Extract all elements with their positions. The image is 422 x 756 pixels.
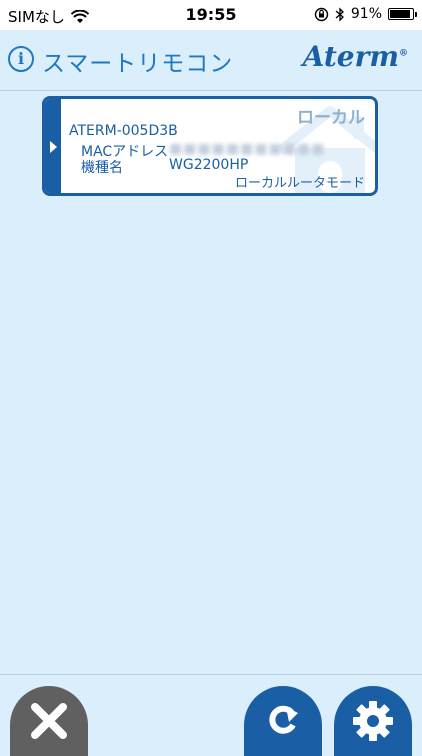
- status-bar: SIMなし 19:55 91%: [0, 0, 422, 30]
- battery-icon: [388, 8, 417, 20]
- brand-name: Aterm: [302, 40, 399, 73]
- mode-badge: ローカル: [297, 108, 365, 128]
- info-icon[interactable]: i: [8, 46, 34, 72]
- brand-mark: ®: [399, 48, 408, 59]
- brand-logo: Aterm®: [303, 40, 408, 73]
- orientation-lock-icon: [314, 7, 329, 21]
- router-mode: ローカルルータモード: [234, 176, 365, 191]
- model-row: 機種名 WG2200HP: [81, 157, 248, 177]
- bluetooth-icon: [335, 6, 344, 22]
- app-header: i スマートリモコン Aterm®: [0, 30, 422, 91]
- refresh-icon: [269, 705, 298, 734]
- device-card[interactable]: ローカル ATERM-005D3B MACアドレス ■■■■■■■■■■■ 機種…: [42, 96, 378, 196]
- close-button[interactable]: [10, 686, 88, 756]
- settings-button[interactable]: [334, 686, 412, 756]
- battery-fill: [390, 10, 411, 18]
- chevron-right-icon: [50, 141, 57, 153]
- model-label: 機種名: [81, 160, 123, 176]
- battery-percent: 91%: [350, 6, 382, 22]
- bottom-toolbar: [0, 674, 422, 756]
- refresh-button[interactable]: [244, 686, 322, 756]
- device-name: ATERM-005D3B: [69, 123, 178, 139]
- status-right: 91%: [314, 6, 417, 22]
- gear-icon: [353, 701, 393, 741]
- close-icon: [31, 703, 67, 739]
- page-title: スマートリモコン: [42, 51, 234, 77]
